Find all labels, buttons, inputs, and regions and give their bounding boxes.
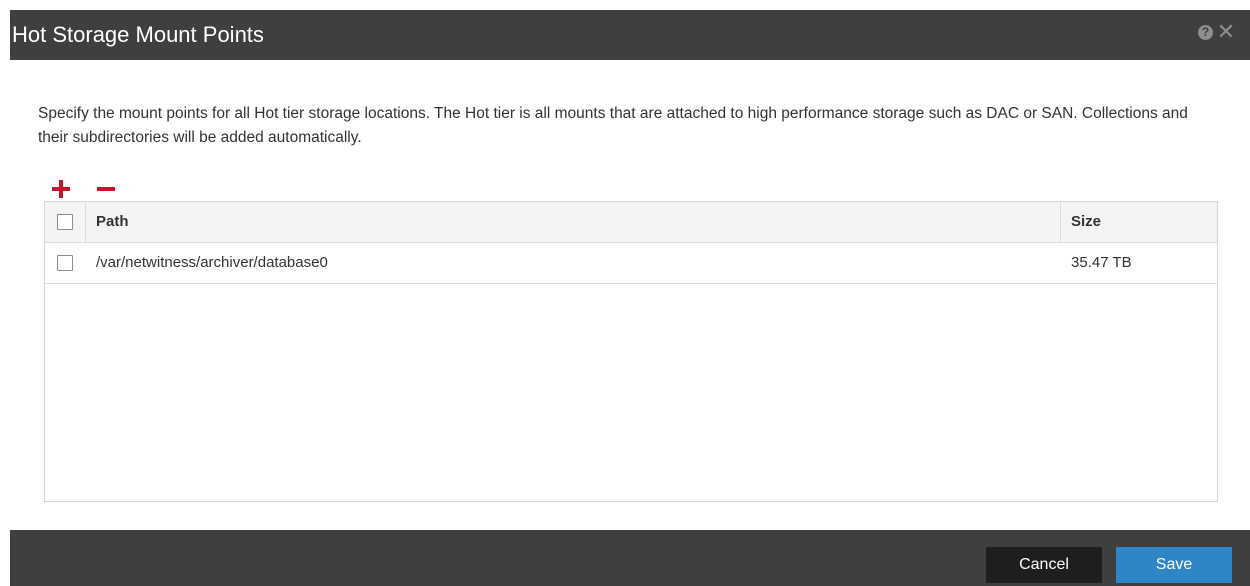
- select-all-checkbox[interactable]: [57, 214, 73, 230]
- table-row[interactable]: /var/netwitness/archiver/database0 35.47…: [45, 243, 1217, 284]
- column-header-size[interactable]: Size: [1071, 213, 1101, 230]
- column-divider: [1060, 202, 1061, 242]
- save-button[interactable]: Save: [1116, 547, 1232, 583]
- cancel-button[interactable]: Cancel: [986, 547, 1102, 583]
- size-cell: 35.47 TB: [1071, 254, 1132, 271]
- help-icon[interactable]: ?: [1198, 25, 1213, 40]
- dialog-title: Hot Storage Mount Points: [12, 22, 264, 47]
- description-text: Specify the mount points for all Hot tie…: [38, 105, 1188, 146]
- close-icon[interactable]: ✕: [1216, 21, 1236, 43]
- dialog-footer: Cancel Save: [10, 530, 1250, 586]
- dialog-titlebar: Hot Storage Mount Points ? ✕: [10, 10, 1250, 60]
- row-checkbox[interactable]: [57, 255, 73, 271]
- remove-mount-point-button[interactable]: [97, 180, 115, 198]
- table-header: Path Size: [45, 202, 1217, 243]
- mount-points-table: Path Size /var/netwitness/archiver/datab…: [44, 201, 1218, 502]
- path-cell: /var/netwitness/archiver/database0: [96, 254, 328, 271]
- dialog: Hot Storage Mount Points ? ✕ Specify the…: [10, 10, 1250, 586]
- add-mount-point-button[interactable]: [52, 180, 70, 198]
- dialog-body: Specify the mount points for all Hot tie…: [12, 60, 1248, 530]
- column-divider: [85, 202, 86, 242]
- column-header-path[interactable]: Path: [96, 213, 129, 230]
